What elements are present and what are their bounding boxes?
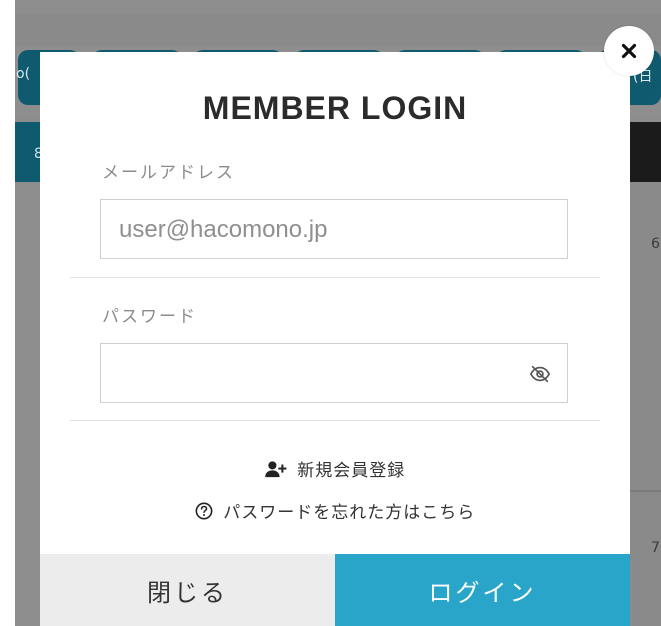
forgot-password-link[interactable]: パスワードを忘れた方はこちら <box>40 498 630 523</box>
register-link[interactable]: 新規会員登録 <box>40 456 630 481</box>
user-plus-icon <box>264 461 297 481</box>
close-icon <box>604 43 654 80</box>
question-circle-icon <box>195 502 223 523</box>
forgot-password-label: パスワードを忘れた方はこちら <box>223 503 476 523</box>
login-button[interactable]: ログイン <box>335 554 630 626</box>
section-divider <box>70 420 600 421</box>
close-button[interactable]: 閉じる <box>40 554 335 626</box>
password-field-wrapper <box>100 343 568 404</box>
modal-title: MEMBER LOGIN <box>202 90 468 126</box>
section-divider <box>70 277 600 278</box>
background-header-bar <box>630 122 661 182</box>
login-modal: MEMBER LOGIN メールアドレス パスワード 新規会員登録 <box>40 52 630 626</box>
email-label: メールアドレス <box>102 163 235 183</box>
background-tab-text: o( <box>16 66 31 82</box>
background-margin <box>0 0 15 626</box>
background-schedule-number: 6 <box>651 236 660 252</box>
email-input[interactable] <box>117 200 521 260</box>
modal-close-button[interactable] <box>604 26 654 76</box>
password-input[interactable] <box>117 344 521 404</box>
email-field-wrapper <box>100 199 568 260</box>
background-header <box>15 14 661 46</box>
eye-slash-icon[interactable] <box>529 363 551 385</box>
register-link-label: 新規会員登録 <box>297 461 406 481</box>
background-schedule-number: 7 <box>651 540 660 556</box>
background-divider <box>630 490 661 492</box>
password-label: パスワード <box>102 307 197 327</box>
